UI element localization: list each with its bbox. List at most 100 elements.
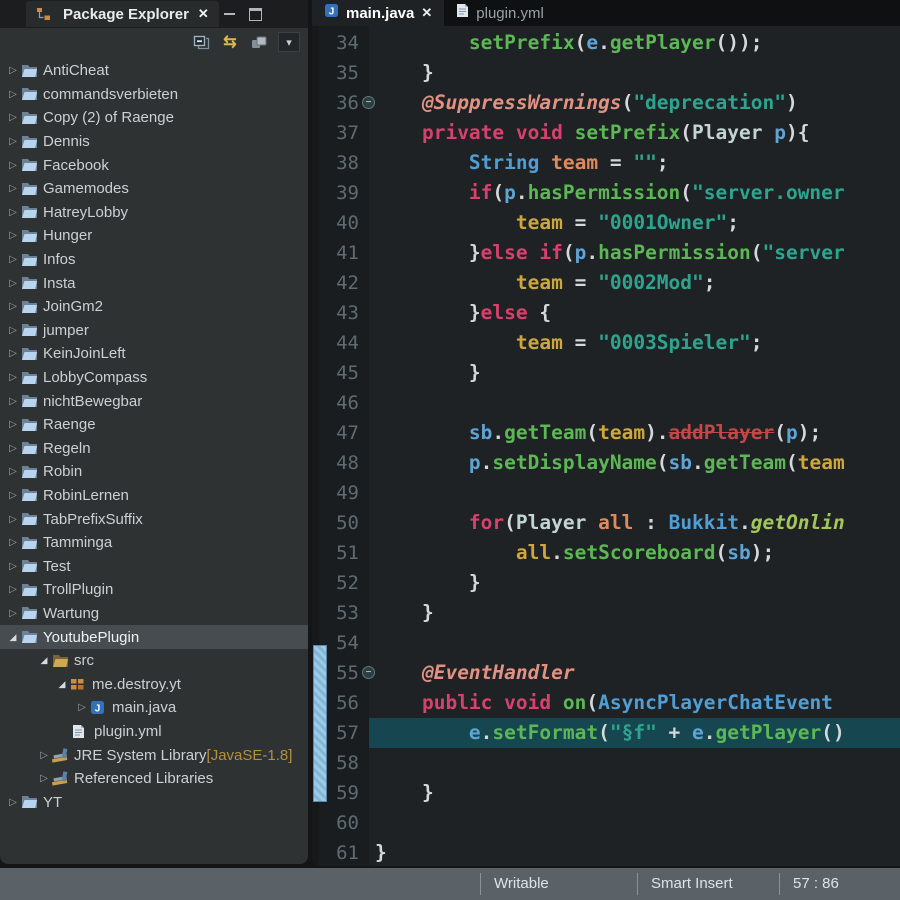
- code-line-57[interactable]: 57 e.setFormat("§f" + e.getPlayer(): [312, 718, 900, 748]
- collapse-arrow-icon[interactable]: ◢: [5, 632, 21, 643]
- code-line-40[interactable]: 40 team = "0001Owner";: [312, 208, 900, 238]
- expand-arrow-icon[interactable]: ▷: [5, 443, 21, 454]
- expand-arrow-icon[interactable]: ▷: [5, 207, 21, 218]
- code-area[interactable]: 34 setPrefix(e.getPlayer()); 35 } 36− @Sup…: [312, 26, 900, 866]
- code-line-35[interactable]: 35 }: [312, 58, 900, 88]
- code-line-46[interactable]: 46: [312, 388, 900, 418]
- tree-item-robin[interactable]: ▷ Robin: [0, 460, 308, 484]
- expand-arrow-icon[interactable]: ▷: [5, 537, 21, 548]
- tree-item-commandsverbieten[interactable]: ▷ commandsverbieten: [0, 83, 308, 107]
- code-line-49[interactable]: 49: [312, 478, 900, 508]
- fold-collapse-icon[interactable]: −: [362, 96, 375, 109]
- code-line-50[interactable]: 50 for(Player all : Bukkit.getOnlin: [312, 508, 900, 538]
- expand-arrow-icon[interactable]: ▷: [5, 183, 21, 194]
- expand-arrow-icon[interactable]: ▷: [5, 797, 21, 808]
- tree-item-test[interactable]: ▷ Test: [0, 554, 308, 578]
- tree-item-facebook[interactable]: ▷ Facebook: [0, 153, 308, 177]
- tree-item-joingm2[interactable]: ▷ JoinGm2: [0, 295, 308, 319]
- expand-arrow-icon[interactable]: ▷: [5, 325, 21, 336]
- tree-item-main-java[interactable]: ▷ Jmain.java: [0, 696, 308, 720]
- tree-item-keinjoinleft[interactable]: ▷ KeinJoinLeft: [0, 342, 308, 366]
- expand-arrow-icon[interactable]: ▷: [5, 301, 21, 312]
- code-line-52[interactable]: 52 }: [312, 568, 900, 598]
- tree-item-hunger[interactable]: ▷ Hunger: [0, 224, 308, 248]
- expand-arrow-icon[interactable]: ▷: [5, 112, 21, 123]
- code-line-53[interactable]: 53 }: [312, 598, 900, 628]
- close-view-icon[interactable]: ✕: [198, 6, 209, 22]
- tree-item-hatreylobby[interactable]: ▷ HatreyLobby: [0, 201, 308, 225]
- code-line-38[interactable]: 38 String team = "";: [312, 148, 900, 178]
- tab-main-java[interactable]: J main.java ✕: [312, 0, 445, 26]
- tree-item-lobbycompass[interactable]: ▷ LobbyCompass: [0, 366, 308, 390]
- expand-arrow-icon[interactable]: ▷: [5, 254, 21, 265]
- code-line-39[interactable]: 39 if(p.hasPermission("server.owner: [312, 178, 900, 208]
- collapse-all-icon[interactable]: [191, 32, 211, 52]
- expand-arrow-icon[interactable]: ▷: [36, 750, 52, 761]
- view-options-icon[interactable]: [249, 32, 269, 52]
- expand-arrow-icon[interactable]: ▷: [5, 372, 21, 383]
- tree-item-trollplugin[interactable]: ▷ TrollPlugin: [0, 578, 308, 602]
- tree-item-insta[interactable]: ▷ Insta: [0, 271, 308, 295]
- expand-arrow-icon[interactable]: ▷: [74, 702, 90, 713]
- code-line-61[interactable]: 61}: [312, 838, 900, 866]
- tree-item-jre-system-library[interactable]: ▷ JRE System Library [JavaSE-1.8]: [0, 743, 308, 767]
- minimize-view-icon[interactable]: [224, 13, 235, 15]
- code-line-42[interactable]: 42 team = "0002Mod";: [312, 268, 900, 298]
- tree-item-tabprefixsuffix[interactable]: ▷ TabPrefixSuffix: [0, 507, 308, 531]
- tree-item-referenced-libraries[interactable]: ▷ Referenced Libraries: [0, 767, 308, 791]
- tree-item-dennis[interactable]: ▷ Dennis: [0, 130, 308, 154]
- tree-item-regeln[interactable]: ▷ Regeln: [0, 437, 308, 461]
- expand-arrow-icon[interactable]: ▷: [5, 561, 21, 572]
- tree-item-tamminga[interactable]: ▷ Tamminga: [0, 531, 308, 555]
- tree-item-robinlernen[interactable]: ▷ RobinLernen: [0, 484, 308, 508]
- tree-item-youtubeplugin[interactable]: ◢ YoutubePlugin: [0, 625, 308, 649]
- code-line-48[interactable]: 48 p.setDisplayName(sb.getTeam(team: [312, 448, 900, 478]
- expand-arrow-icon[interactable]: ▷: [5, 136, 21, 147]
- code-line-60[interactable]: 60: [312, 808, 900, 838]
- expand-arrow-icon[interactable]: ▷: [5, 490, 21, 501]
- tree-item-me-destroy-yt[interactable]: ◢ me.destroy.yt: [0, 672, 308, 696]
- package-explorer-tab[interactable]: Package Explorer ✕: [26, 1, 219, 27]
- expand-arrow-icon[interactable]: ▷: [36, 773, 52, 784]
- code-line-54[interactable]: 54: [312, 628, 900, 658]
- code-line-47[interactable]: 47 sb.getTeam(team).addPlayer(p);: [312, 418, 900, 448]
- code-line-37[interactable]: 37 private void setPrefix(Player p){: [312, 118, 900, 148]
- tree-item-infos[interactable]: ▷ Infos: [0, 248, 308, 272]
- view-menu-icon[interactable]: ▾: [278, 32, 300, 52]
- code-line-44[interactable]: 44 team = "0003Spieler";: [312, 328, 900, 358]
- code-line-51[interactable]: 51 all.setScoreboard(sb);: [312, 538, 900, 568]
- code-line-56[interactable]: 56 public void on(AsyncPlayerChatEvent: [312, 688, 900, 718]
- code-line-43[interactable]: 43 }else {: [312, 298, 900, 328]
- expand-arrow-icon[interactable]: ▷: [5, 89, 21, 100]
- fold-collapse-icon[interactable]: −: [362, 666, 375, 679]
- code-line-55[interactable]: 55− @EventHandler: [312, 658, 900, 688]
- expand-arrow-icon[interactable]: ▷: [5, 230, 21, 241]
- collapse-arrow-icon[interactable]: ◢: [36, 655, 52, 666]
- tree-item-plugin-yml[interactable]: plugin.yml: [0, 720, 308, 744]
- maximize-view-icon[interactable]: [249, 7, 262, 21]
- expand-arrow-icon[interactable]: ▷: [5, 584, 21, 595]
- code-line-41[interactable]: 41 }else if(p.hasPermission("server: [312, 238, 900, 268]
- tab-plugin-yml[interactable]: plugin.yml: [444, 0, 556, 26]
- expand-arrow-icon[interactable]: ▷: [5, 348, 21, 359]
- expand-arrow-icon[interactable]: ▷: [5, 608, 21, 619]
- tree-item-raenge[interactable]: ▷ Raenge: [0, 413, 308, 437]
- tree-item-copy-2-of-raenge[interactable]: ▷ Copy (2) of Raenge: [0, 106, 308, 130]
- expand-arrow-icon[interactable]: ▷: [5, 396, 21, 407]
- code-line-45[interactable]: 45 }: [312, 358, 900, 388]
- expand-arrow-icon[interactable]: ▷: [5, 65, 21, 76]
- tree-item-anticheat[interactable]: ▷ AntiCheat: [0, 59, 308, 83]
- tree-item-gamemodes[interactable]: ▷ Gamemodes: [0, 177, 308, 201]
- tree-item-wartung[interactable]: ▷ Wartung: [0, 602, 308, 626]
- expand-arrow-icon[interactable]: ▷: [5, 514, 21, 525]
- code-line-36[interactable]: 36− @SuppressWarnings("deprecation"): [312, 88, 900, 118]
- link-with-editor-icon[interactable]: ⇆: [220, 32, 240, 52]
- code-line-59[interactable]: 59 }: [312, 778, 900, 808]
- expand-arrow-icon[interactable]: ▷: [5, 278, 21, 289]
- tree-item-yt[interactable]: ▷ YT: [0, 790, 308, 814]
- tree-item-jumper[interactable]: ▷ jumper: [0, 319, 308, 343]
- close-tab-icon[interactable]: ✕: [421, 5, 432, 21]
- collapse-arrow-icon[interactable]: ◢: [54, 679, 70, 690]
- expand-arrow-icon[interactable]: ▷: [5, 419, 21, 430]
- expand-arrow-icon[interactable]: ▷: [5, 160, 21, 171]
